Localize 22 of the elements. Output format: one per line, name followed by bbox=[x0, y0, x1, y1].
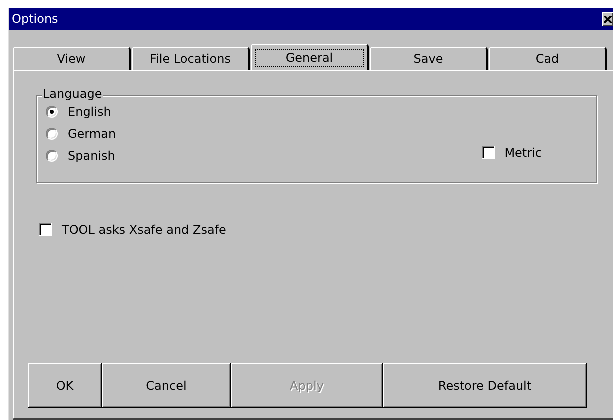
radio-button[interactable] bbox=[46, 128, 58, 140]
radio-button[interactable] bbox=[46, 150, 58, 162]
close-icon bbox=[604, 16, 612, 22]
radio-button[interactable] bbox=[46, 106, 58, 118]
tab[interactable]: General bbox=[251, 44, 369, 70]
radio-label[interactable]: German bbox=[68, 126, 116, 140]
checkbox-label[interactable]: Metric bbox=[504, 146, 542, 160]
radio-label[interactable]: English bbox=[68, 104, 112, 118]
close-button[interactable] bbox=[602, 12, 613, 26]
tab[interactable]: Save bbox=[370, 47, 488, 70]
group-title: Language bbox=[42, 87, 104, 101]
checkbox-label[interactable]: TOOL asks Xsafe and Zsafe bbox=[62, 222, 226, 236]
checkbox[interactable] bbox=[39, 223, 52, 236]
dialog-button[interactable]: Cancel bbox=[102, 363, 231, 408]
tab[interactable]: Cad bbox=[489, 47, 607, 70]
tab[interactable]: View bbox=[13, 47, 131, 70]
checkbox[interactable] bbox=[482, 146, 495, 159]
radio-label[interactable]: Spanish bbox=[68, 148, 116, 162]
dialog-button[interactable]: Restore Default bbox=[383, 363, 587, 408]
window-title: Options bbox=[12, 12, 58, 26]
dialog-button[interactable]: OK bbox=[28, 363, 102, 408]
tab[interactable]: File Locations bbox=[132, 47, 250, 70]
